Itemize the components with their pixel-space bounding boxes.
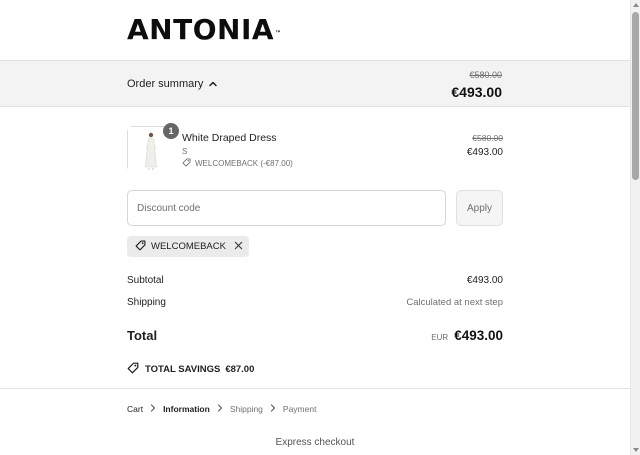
product-thumbnail: 1 [127, 123, 179, 173]
product-discount-note: WELCOMEBACK (-€87.00) [182, 158, 293, 169]
section-divider [0, 388, 630, 389]
breadcrumb-cart[interactable]: Cart [127, 404, 143, 414]
product-name: White Draped Dress [182, 132, 277, 144]
product-compare-price: €580.00 [472, 133, 503, 143]
chevron-up-icon [208, 79, 218, 89]
chevron-right-icon [270, 404, 276, 414]
summary-total-price: €493.00 [451, 84, 502, 100]
quantity-badge: 1 [163, 123, 179, 139]
line-item: 1 White Draped Dress S WELCOMEBACK (-€87… [127, 123, 503, 174]
logo-text: ANTONIA [127, 13, 275, 46]
product-price: €493.00 [466, 147, 503, 158]
header: ANTONIA™ [0, 0, 630, 60]
product-discount-text: WELCOMEBACK (-€87.00) [195, 159, 293, 168]
express-checkout-heading: Express checkout [275, 437, 355, 448]
scrollbar-thumb[interactable] [632, 12, 639, 180]
scroll-down-arrow-icon[interactable] [633, 448, 639, 452]
chevron-right-icon [217, 404, 223, 414]
logo-trademark: ™ [275, 30, 282, 37]
breadcrumb-payment: Payment [282, 404, 317, 414]
subtotal-label: Subtotal [127, 275, 164, 286]
subtotal-value: €493.00 [466, 275, 503, 286]
product-variant: S [182, 147, 188, 156]
shipping-label: Shipping [127, 297, 166, 308]
tag-icon [182, 158, 191, 169]
order-summary-bar: Order summary €580.00 €493.00 [0, 60, 630, 107]
total-savings: TOTAL SAVINGS €87.00 [127, 362, 254, 377]
breadcrumb-information: Information [163, 404, 210, 414]
checkout-page: ANTONIA™ Order summary €580.00 €493.00 1… [0, 0, 630, 455]
apply-discount-button[interactable]: Apply [456, 190, 503, 226]
summary-compare-price: €580.00 [469, 70, 502, 80]
order-summary-label: Order summary [127, 78, 204, 90]
currency-code: EUR [431, 333, 449, 342]
chevron-right-icon [150, 404, 156, 414]
total-amount-group: EUR €493.00 [431, 328, 503, 343]
order-summary-toggle[interactable]: Order summary [127, 78, 218, 90]
brand-logo[interactable]: ANTONIA™ [127, 14, 282, 46]
tag-icon [127, 362, 139, 377]
tag-icon [135, 240, 146, 254]
page-scrollbar[interactable] [630, 0, 640, 455]
discount-code-input[interactable] [127, 190, 446, 226]
total-savings-label: TOTAL SAVINGS [145, 364, 221, 375]
breadcrumb-shipping: Shipping [229, 404, 263, 414]
breadcrumb: Cart Information Shipping Payment [127, 404, 316, 414]
close-icon[interactable] [234, 241, 243, 253]
total-savings-value: €87.00 [225, 364, 255, 375]
applied-discount-code: WELCOMEBACK [151, 241, 226, 252]
shipping-value: Calculated at next step [406, 297, 503, 308]
applied-discount-chip: WELCOMEBACK [127, 236, 249, 257]
total-value: €493.00 [454, 328, 503, 343]
scroll-up-arrow-icon[interactable] [633, 3, 639, 7]
total-label: Total [127, 328, 158, 343]
